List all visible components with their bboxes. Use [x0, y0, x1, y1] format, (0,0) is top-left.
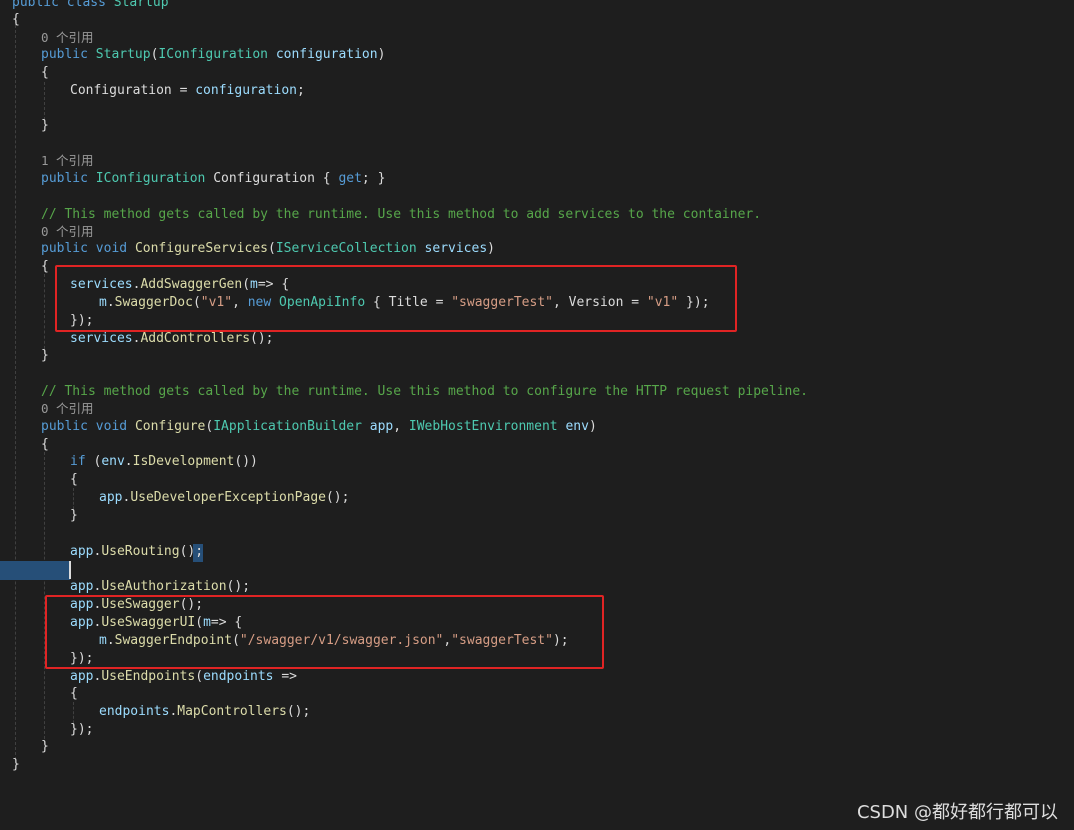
text-caret: [69, 561, 71, 579]
watermark: CSDN @都好都行都可以: [856, 802, 1058, 823]
code-line-use-authorization: app.UseAuthorization();: [70, 579, 251, 594]
code-line-brace: }: [70, 508, 78, 523]
code-line-brace: }: [41, 118, 49, 133]
code-line-brace: {: [41, 259, 49, 274]
code-line-use-routing: app.UseRouting();: [70, 544, 204, 559]
code-line-configure-services: public void ConfigureServices(IServiceCo…: [41, 241, 495, 256]
code-line-add-controllers: services.AddControllers();: [70, 331, 274, 346]
code-line-brace: }: [41, 739, 49, 754]
indent-guide: [44, 82, 45, 120]
code-line-class-decl: public class Startup: [12, 0, 169, 10]
code-line-assignment: Configuration = configuration;: [70, 83, 305, 98]
code-line-configure: public void Configure(IApplicationBuilde…: [41, 419, 597, 434]
codelens-references[interactable]: 0 个引用: [41, 400, 94, 418]
code-line-constructor: public Startup(IConfiguration configurat…: [41, 47, 386, 62]
code-line-close: });: [70, 722, 94, 737]
highlight-box-swagger-gen: [55, 265, 737, 332]
code-line-brace: {: [70, 472, 78, 487]
code-line-brace: {: [41, 437, 49, 452]
code-line-brace: }: [41, 348, 49, 363]
code-comment: // This method gets called by the runtim…: [41, 384, 809, 399]
code-line-brace: {: [12, 12, 20, 27]
codelens-references[interactable]: 1 个引用: [41, 152, 94, 170]
selected-line-highlight: [0, 561, 70, 580]
highlight-box-swagger-ui: [45, 595, 604, 669]
code-line-brace: {: [41, 65, 49, 80]
code-line-property: public IConfiguration Configuration { ge…: [41, 171, 386, 186]
code-line-dev-exception-page: app.UseDeveloperExceptionPage();: [99, 490, 350, 505]
code-line-use-endpoints: app.UseEndpoints(endpoints =>: [70, 669, 297, 684]
indent-guide: [44, 274, 45, 354]
code-editor[interactable]: public class Startup { 0 个引用 public Star…: [0, 0, 1074, 830]
codelens-references[interactable]: 0 个引用: [41, 223, 94, 241]
code-line-brace: }: [12, 757, 20, 772]
code-line-map-controllers: endpoints.MapControllers();: [99, 704, 311, 719]
code-line-brace: {: [70, 686, 78, 701]
code-line-if: if (env.IsDevelopment()): [70, 454, 258, 469]
codelens-references[interactable]: 0 个引用: [41, 29, 94, 47]
code-comment: // This method gets called by the runtim…: [41, 207, 762, 222]
indent-guide: [15, 20, 16, 760]
